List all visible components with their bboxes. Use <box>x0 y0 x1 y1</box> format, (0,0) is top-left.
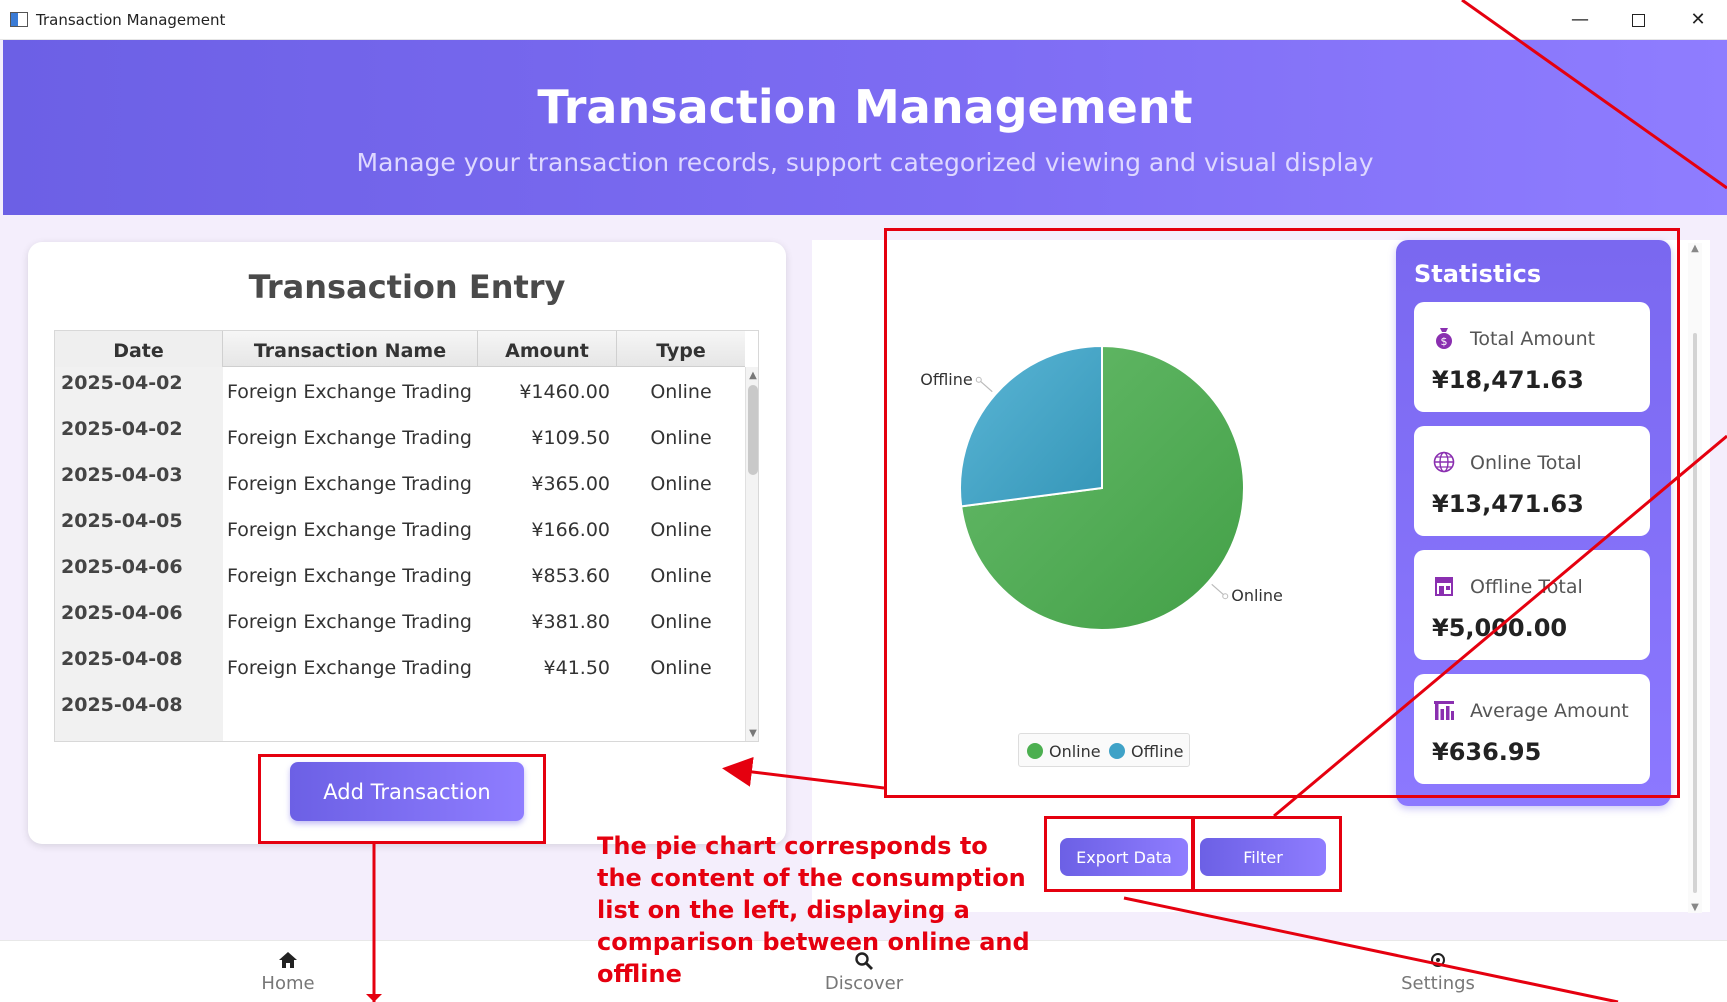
cell-date: 2025-04-06 <box>61 602 183 624</box>
scroll-up-icon[interactable]: ▲ <box>746 369 758 383</box>
cell-amount: ¥381.80 <box>531 611 610 633</box>
cell-date: 2025-04-08 <box>61 648 183 670</box>
table-row[interactable]: 2025-04-02 Foreign Exchange Trading ¥146… <box>55 367 745 418</box>
annotation-note: The pie chart corresponds to the content… <box>597 832 1030 988</box>
table-row[interactable]: 2025-04-08 <box>55 689 745 740</box>
cell-name: Foreign Exchange Trading <box>227 657 472 679</box>
page-header: Transaction Management Manage your trans… <box>3 40 1727 215</box>
window-titlebar: Transaction Management — ✕ <box>0 0 1727 40</box>
transaction-table[interactable]: Date Transaction Name Amount Type 2025-0… <box>54 330 759 742</box>
column-header-name[interactable]: Transaction Name <box>223 331 478 367</box>
cell-date: 2025-04-02 <box>61 418 183 440</box>
cell-type: Online <box>650 519 712 541</box>
cell-amount: ¥166.00 <box>531 519 610 541</box>
table-row[interactable]: 2025-04-02 Foreign Exchange Trading ¥109… <box>55 413 745 464</box>
cell-date: 2025-04-08 <box>61 694 183 716</box>
panel-scrollbar[interactable]: ▲ ▼ <box>1688 243 1702 913</box>
nav-home-label: Home <box>261 973 315 994</box>
nav-settings-label: Settings <box>1401 973 1475 994</box>
entry-title: Transaction Entry <box>248 268 566 306</box>
cell-name: Foreign Exchange Trading <box>227 381 472 403</box>
column-header-amount[interactable]: Amount <box>478 331 617 367</box>
cell-type: Online <box>650 427 712 449</box>
cell-type: Online <box>650 565 712 587</box>
cell-date: 2025-04-05 <box>61 510 183 532</box>
minimize-button[interactable]: — <box>1560 6 1600 34</box>
maximize-icon <box>1631 13 1645 27</box>
cell-type: Online <box>650 611 712 633</box>
annotation-box-filter <box>1192 816 1342 892</box>
gear-icon <box>1368 951 1508 971</box>
cell-date: 2025-04-02 <box>61 372 183 394</box>
annotation-box-add <box>258 754 546 844</box>
annotation-box-chart <box>884 228 1680 798</box>
maximize-button[interactable] <box>1618 6 1658 34</box>
scrollbar-track[interactable] <box>1693 333 1697 893</box>
cell-name: Foreign Exchange Trading <box>227 519 472 541</box>
column-header-type[interactable]: Type <box>617 331 745 367</box>
cell-date: 2025-04-06 <box>61 556 183 578</box>
cell-amount: ¥1460.00 <box>519 381 610 403</box>
scrollbar-thumb[interactable] <box>748 385 758 475</box>
scroll-down-icon[interactable]: ▼ <box>1688 902 1702 913</box>
home-icon <box>218 951 358 971</box>
table-row[interactable]: 2025-04-03 Foreign Exchange Trading ¥365… <box>55 459 745 510</box>
cell-name: Foreign Exchange Trading <box>227 565 472 587</box>
table-row[interactable]: 2025-04-05 Foreign Exchange Trading ¥166… <box>55 505 745 556</box>
cell-type: Online <box>650 473 712 495</box>
cell-amount: ¥109.50 <box>531 427 610 449</box>
cell-type: Online <box>650 381 712 403</box>
table-scrollbar[interactable]: ▲ ▼ <box>745 367 758 741</box>
cell-date: 2025-04-03 <box>61 464 183 486</box>
page-subtitle: Manage your transaction records, support… <box>356 148 1374 177</box>
annotation-box-export <box>1044 816 1194 892</box>
cell-amount: ¥41.50 <box>543 657 610 679</box>
table-row[interactable]: 2025-04-08 Foreign Exchange Trading ¥41.… <box>55 643 745 694</box>
app-icon <box>10 12 28 27</box>
table-row[interactable]: 2025-04-06 Foreign Exchange Trading ¥381… <box>55 597 745 648</box>
cell-name: Foreign Exchange Trading <box>227 427 472 449</box>
close-button[interactable]: ✕ <box>1678 6 1718 34</box>
cell-name: Foreign Exchange Trading <box>227 473 472 495</box>
scroll-down-icon[interactable]: ▼ <box>746 727 758 741</box>
cell-amount: ¥365.00 <box>531 473 610 495</box>
cell-name: Foreign Exchange Trading <box>227 611 472 633</box>
window-title: Transaction Management <box>36 11 226 29</box>
page-title: Transaction Management <box>537 80 1193 134</box>
table-row[interactable]: 2025-04-06 Foreign Exchange Trading ¥853… <box>55 551 745 602</box>
nav-home[interactable]: Home <box>218 941 358 1002</box>
nav-settings[interactable]: Settings <box>1368 941 1508 1002</box>
table-header: Date Transaction Name Amount Type <box>55 331 745 367</box>
scroll-up-icon[interactable]: ▲ <box>1688 243 1702 254</box>
cell-amount: ¥853.60 <box>531 565 610 587</box>
column-header-date[interactable]: Date <box>55 331 223 367</box>
cell-type: Online <box>650 657 712 679</box>
